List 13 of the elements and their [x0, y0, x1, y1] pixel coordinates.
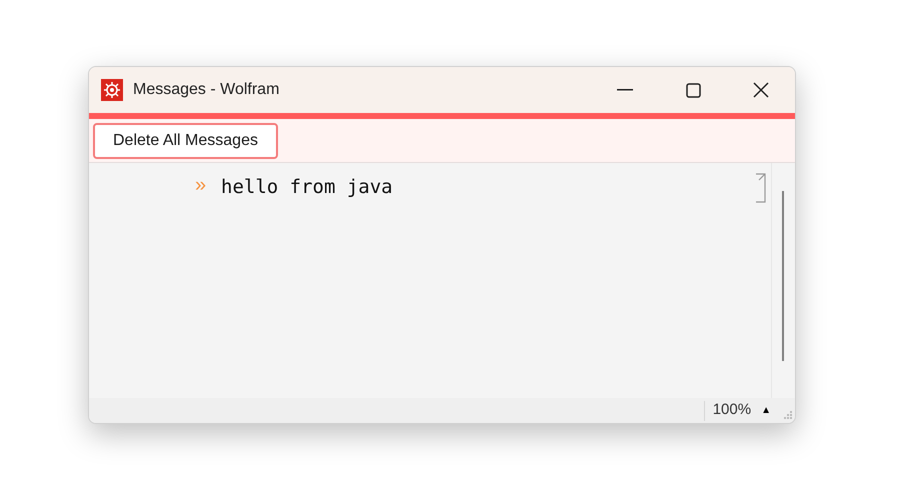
cell-bracket-icon[interactable]: [755, 173, 767, 203]
zoom-level[interactable]: 100%: [712, 399, 752, 422]
close-icon: [753, 82, 769, 98]
minimize-icon: [617, 89, 633, 91]
window-title: Messages - Wolfram: [133, 80, 280, 100]
output-marker: »: [195, 173, 208, 197]
maximize-icon: [686, 82, 700, 98]
scrollbar-thumb[interactable]: [782, 191, 784, 361]
zoom-menu-button[interactable]: ▲: [761, 403, 771, 418]
message-text: hello from java: [221, 175, 394, 200]
app-logo-icon: [101, 79, 123, 101]
resize-grip-icon[interactable]: [783, 410, 793, 420]
delete-messages-button[interactable]: Delete All Messages: [93, 122, 278, 158]
